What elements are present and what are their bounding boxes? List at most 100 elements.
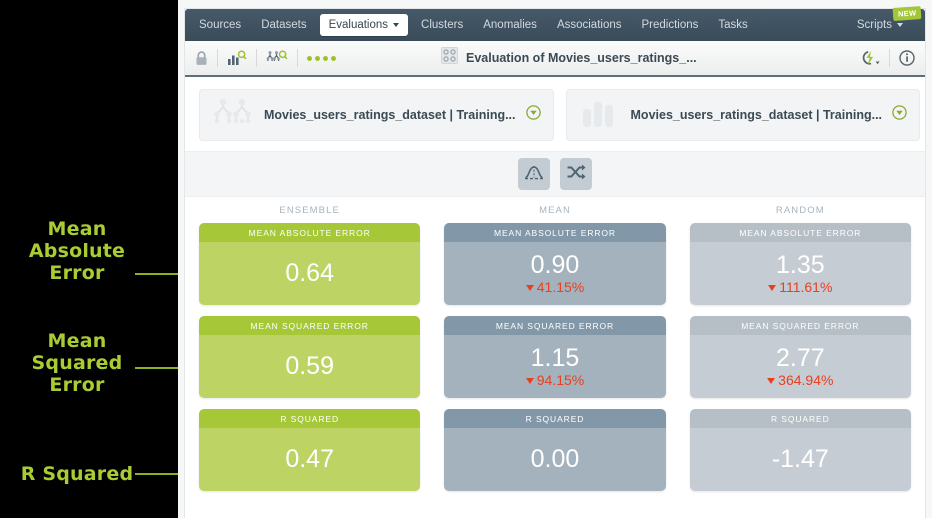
nav-item-label: Evaluations xyxy=(328,19,389,31)
metric-card[interactable]: MEAN ABSOLUTE ERROR 0.64 xyxy=(199,223,421,305)
metric-card[interactable]: MEAN ABSOLUTE ERROR 1.35 111.61% xyxy=(689,223,911,305)
random-comparison-button[interactable] xyxy=(560,158,592,190)
shuffle-icon xyxy=(566,163,586,186)
triangle-down-icon xyxy=(525,377,534,384)
nav-item-label: Tasks xyxy=(718,19,748,31)
status-dots xyxy=(307,55,336,61)
metrics-column-header-random: RANDOM xyxy=(775,205,825,216)
metric-card-value: 0.90 xyxy=(530,251,580,279)
metric-card[interactable]: R SQUARED 0.47 xyxy=(199,409,421,491)
annotation-label-mse: Mean Squared Error xyxy=(2,330,152,396)
metric-card-body: 0.64 xyxy=(199,242,421,305)
nav-item-tasks[interactable]: Tasks xyxy=(708,9,757,41)
selector-card-dataset-label: Movies_users_ratings_dataset | Training.… xyxy=(630,108,883,122)
metric-card-title: MEAN SQUARED ERROR xyxy=(689,316,911,335)
triangle-down-icon xyxy=(525,284,534,291)
metric-card-delta-value: 111.61% xyxy=(779,279,833,295)
metric-card-title: MEAN SQUARED ERROR xyxy=(199,316,421,335)
flash-action-icon[interactable] xyxy=(858,50,880,66)
toolbar-divider xyxy=(217,49,218,67)
comparison-action-bar xyxy=(185,151,925,197)
normal-distribution-icon xyxy=(524,163,544,186)
bar-chart-icon xyxy=(579,97,621,134)
metric-card[interactable]: R SQUARED 0.00 xyxy=(444,409,666,491)
metric-card-value: 0.59 xyxy=(285,352,334,380)
selector-card-dataset[interactable]: Movies_users_ratings_dataset | Training.… xyxy=(565,89,921,141)
chevron-down-icon xyxy=(393,23,400,27)
metrics-row: MEAN SQUARED ERROR 0.59 MEAN SQUARED ERROR… xyxy=(199,316,911,398)
metrics-row: MEAN ABSOLUTE ERROR 0.64 MEAN ABSOLUTE ERR… xyxy=(199,223,911,305)
nav-right-group: NEW Scripts xyxy=(847,6,922,41)
evaluation-grid-icon xyxy=(441,47,458,69)
metric-card-delta: 111.61% xyxy=(768,280,832,295)
nav-item-anomalies[interactable]: Anomalies xyxy=(473,9,547,41)
selector-card-model[interactable]: Movies_users_ratings_dataset | Training.… xyxy=(199,89,554,141)
metric-card-body: 0.47 xyxy=(199,428,421,491)
metric-card-body: -1.47 xyxy=(689,428,911,491)
metric-card-delta: 364.94% xyxy=(767,373,833,388)
metric-card[interactable]: MEAN SQUARED ERROR 1.15 94.15% xyxy=(444,316,666,398)
nav-item-scripts-label: Scripts xyxy=(856,19,892,31)
info-circle-icon[interactable] xyxy=(899,50,915,66)
nav-item-evaluations[interactable]: Evaluations xyxy=(319,14,409,36)
nav-item-sources[interactable]: Sources xyxy=(189,9,251,41)
nav-item-scripts[interactable]: Scripts xyxy=(847,19,913,31)
metric-card-title: MEAN ABSOLUTE ERROR xyxy=(444,223,666,242)
app-page: Sources Datasets Evaluations Clusters Anomal… xyxy=(184,6,926,518)
toolbar-divider xyxy=(256,49,257,67)
metric-card[interactable]: MEAN SQUARED ERROR 2.77 364.94% xyxy=(689,316,911,398)
status-dot xyxy=(307,55,312,61)
toolbar-right-group xyxy=(858,49,915,67)
nav-item-predictions[interactable]: Predictions xyxy=(632,9,709,41)
resource-toolbar: Evaluation of Movies_users_ratings_... xyxy=(185,41,925,77)
annotation-line: Mean xyxy=(47,218,107,240)
metric-card-title: MEAN ABSOLUTE ERROR xyxy=(689,223,911,242)
triangle-down-icon xyxy=(768,284,777,291)
metric-card-value: 2.77 xyxy=(775,344,825,372)
bar-chart-search-icon[interactable] xyxy=(227,50,247,66)
metric-card-title: R SQUARED xyxy=(199,409,421,428)
lock-icon[interactable] xyxy=(195,50,208,66)
nav-item-label: Predictions xyxy=(641,19,699,31)
metrics-rows: MEAN ABSOLUTE ERROR 0.64 MEAN ABSOLUTE ERR… xyxy=(199,223,911,491)
annotation-label-r2: R Squared xyxy=(2,463,152,485)
annotation-line: Mean xyxy=(47,330,107,352)
annotation-label-mae: Mean Absolute Error xyxy=(2,218,152,284)
metric-card-body: 0.90 41.15% xyxy=(444,242,666,305)
chevron-down-circle-icon[interactable] xyxy=(892,105,907,125)
metric-card-value: 0.64 xyxy=(285,259,334,287)
nav-item-label: Clusters xyxy=(421,19,464,31)
metric-card-body: 1.15 94.15% xyxy=(444,335,666,398)
nav-item-label: Datasets xyxy=(261,19,307,31)
chevron-down-circle-icon[interactable] xyxy=(525,105,541,125)
screenshot-root: Mean Absolute Error Mean Squared Error R Squ… xyxy=(0,0,932,518)
tree-search-icon[interactable] xyxy=(266,50,288,66)
browser-window: Sources Datasets Evaluations Clusters Anomal… xyxy=(178,0,932,518)
status-dot xyxy=(323,55,328,61)
selector-card-model-label: Movies_users_ratings_dataset | Training.… xyxy=(264,108,516,122)
nav-item-associations[interactable]: Associations xyxy=(547,9,632,41)
metric-card[interactable]: MEAN SQUARED ERROR 0.59 xyxy=(199,316,421,398)
status-dot xyxy=(315,55,320,61)
metric-card[interactable]: MEAN ABSOLUTE ERROR 0.90 41.15% xyxy=(444,223,666,305)
metric-card-title: MEAN ABSOLUTE ERROR xyxy=(199,223,421,242)
annotation-line: R Squared xyxy=(20,463,134,485)
metric-card-delta: 41.15% xyxy=(525,280,584,295)
nav-item-clusters[interactable]: Clusters xyxy=(411,9,473,41)
nav-item-datasets[interactable]: Datasets xyxy=(251,9,316,41)
metric-card-value: 1.15 xyxy=(530,344,580,372)
metric-card-delta-value: 364.94% xyxy=(778,372,834,388)
metric-card-value: 0.00 xyxy=(530,445,580,473)
metric-card-value: 0.47 xyxy=(285,445,334,473)
metric-card[interactable]: R SQUARED -1.47 xyxy=(689,409,911,491)
nav-item-label: Anomalies xyxy=(483,19,537,31)
mean-comparison-button[interactable] xyxy=(518,158,550,190)
page-title: Evaluation of Movies_users_ratings_... xyxy=(466,51,697,65)
new-badge: NEW xyxy=(892,6,922,21)
metric-card-body: 0.59 xyxy=(199,335,421,398)
metrics-column-headers: ENSEMBLE MEAN RANDOM xyxy=(199,205,911,223)
chevron-down-icon xyxy=(897,23,903,27)
metric-card-delta: 94.15% xyxy=(525,373,584,388)
annotation-line: Absolute xyxy=(28,240,126,262)
